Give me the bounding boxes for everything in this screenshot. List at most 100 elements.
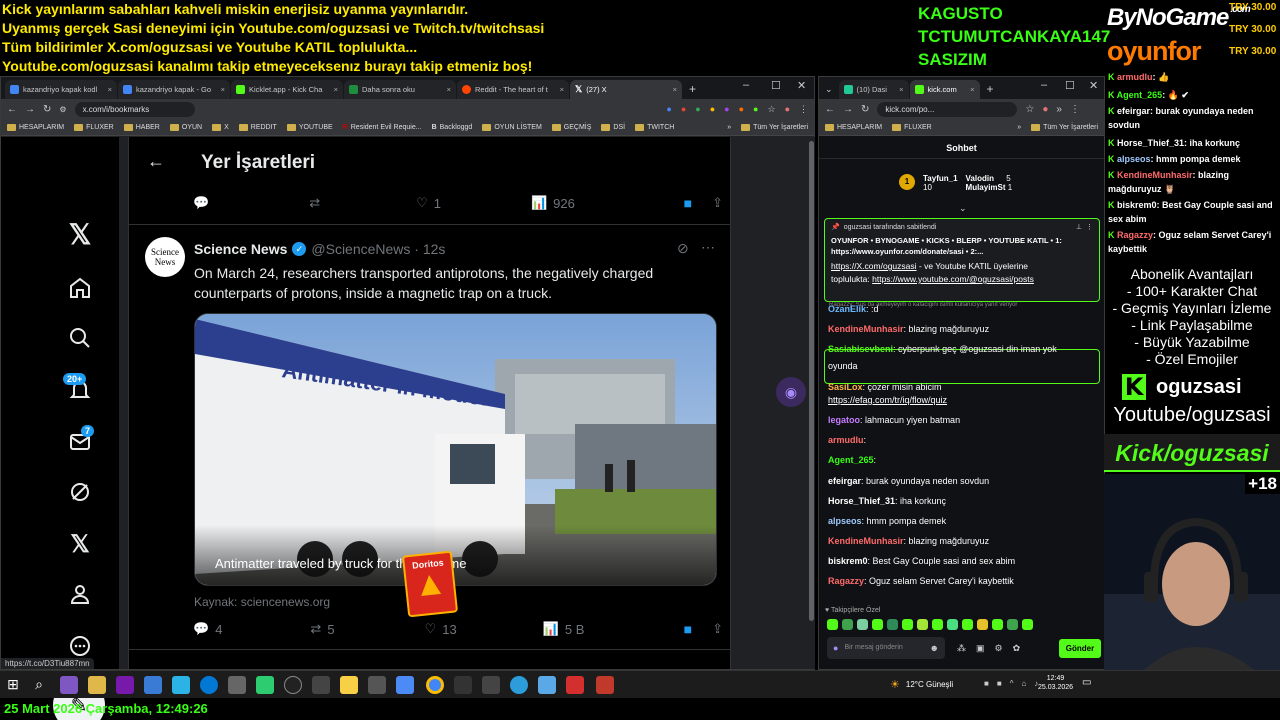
- bookmark-item[interactable]: YOUTUBE: [286, 123, 333, 131]
- kicks-icon[interactable]: ⁂: [957, 643, 966, 654]
- post-more-icon[interactable]: ⋯: [701, 239, 715, 256]
- profile-avatar[interactable]: ●: [785, 104, 790, 115]
- bookmark-item[interactable]: FLUXER: [74, 123, 114, 131]
- browser-tab[interactable]: Reddit - The heart of t ×: [457, 80, 569, 99]
- minimize-icon[interactable]: –: [1041, 79, 1047, 91]
- forward-icon[interactable]: →: [25, 104, 35, 115]
- window-close-icon[interactable]: ✕: [797, 79, 806, 92]
- mic-icon[interactable]: ●: [833, 643, 838, 653]
- chat-username[interactable]: SasiLox: [828, 382, 863, 392]
- bookmark-item[interactable]: B Backloggd: [432, 124, 473, 131]
- extension-icon[interactable]: ●: [695, 104, 700, 115]
- link-source[interactable]: Kaynak: sciencenews.org: [194, 595, 330, 609]
- grok-explain-icon[interactable]: ⊘: [677, 240, 689, 257]
- onenote-icon[interactable]: [116, 676, 134, 694]
- emote-icon[interactable]: [1007, 619, 1018, 630]
- post-image[interactable]: Antimatter in motion Antimatter traveled…: [194, 313, 717, 586]
- chat-username[interactable]: legatoo: [828, 415, 860, 425]
- premium-x-icon[interactable]: 𝕏: [65, 529, 95, 559]
- send-button[interactable]: Gönder: [1059, 639, 1101, 658]
- file-explorer-icon[interactable]: [88, 676, 106, 694]
- menu-icon[interactable]: ⋮: [799, 104, 808, 115]
- window-close-icon[interactable]: ✕: [1089, 79, 1098, 92]
- author-handle[interactable]: @ScienceNews · 12s: [311, 241, 445, 257]
- notes-icon[interactable]: [340, 676, 358, 694]
- repost-button[interactable]: ⇄ 5: [310, 621, 334, 637]
- browser-tab-active[interactable]: kick.com ×: [909, 80, 980, 99]
- close-icon[interactable]: ×: [108, 85, 112, 94]
- extension-icon[interactable]: ●: [753, 104, 758, 115]
- address-bar[interactable]: kick.com/po...: [877, 101, 1018, 117]
- unpin-icon[interactable]: ⊥: [1076, 223, 1082, 231]
- tab-list-icon[interactable]: ⌄: [825, 84, 833, 95]
- emote-icon[interactable]: [1022, 619, 1033, 630]
- chat-username[interactable]: KendineMunhasir: [828, 536, 904, 546]
- emote-icon[interactable]: [977, 619, 988, 630]
- emote-icon[interactable]: [947, 619, 958, 630]
- chat-username[interactable]: Horse_Thief_31: [828, 496, 895, 506]
- app-icon[interactable]: [172, 676, 190, 694]
- camera-icon[interactable]: [228, 676, 246, 694]
- vivaldi-icon[interactable]: [566, 676, 584, 694]
- views-button[interactable]: 📊 926: [531, 195, 575, 211]
- chat-username[interactable]: OzanElik: [828, 304, 866, 314]
- bookmark-item[interactable]: OYUN: [169, 123, 202, 131]
- more-extensions-icon[interactable]: »: [1056, 104, 1062, 115]
- emote-icon[interactable]: [827, 619, 838, 630]
- scrollbar-thumb[interactable]: [808, 141, 814, 621]
- leader-name[interactable]: Valodin: [966, 174, 994, 183]
- extension-icon[interactable]: ●: [724, 104, 729, 115]
- like-button[interactable]: ♡ 1: [416, 195, 441, 211]
- browser-tab[interactable]: kazandriyo kapak kodl ×: [5, 80, 117, 99]
- maximize-icon[interactable]: ☐: [771, 79, 781, 92]
- site-info-icon[interactable]: ⚙: [59, 105, 66, 114]
- notification-center-icon[interactable]: ▭: [1082, 677, 1091, 688]
- settings-icon[interactable]: ⚙: [995, 643, 1003, 654]
- back-arrow-icon[interactable]: ←: [147, 151, 165, 172]
- bookmark-item[interactable]: Tüm Yer İşaretleri: [1031, 123, 1098, 131]
- bookmark-item[interactable]: HESAPLARIM: [7, 123, 64, 131]
- more-bookmarks-icon[interactable]: »: [1017, 124, 1021, 131]
- search-icon[interactable]: ⌕: [30, 676, 48, 694]
- extension-icon[interactable]: ●: [710, 104, 715, 115]
- emote-icon[interactable]: [932, 619, 943, 630]
- grok-floating-icon[interactable]: ◉: [776, 377, 806, 407]
- app-icon[interactable]: [454, 676, 472, 694]
- more-icon[interactable]: [65, 631, 95, 661]
- maximize-icon[interactable]: ☐: [1065, 79, 1075, 92]
- expand-leaderboard-icon[interactable]: ⌄: [959, 203, 967, 214]
- bookmark-star-icon[interactable]: ☆: [767, 104, 775, 115]
- emoji-icon[interactable]: ☻: [930, 643, 939, 653]
- chat-username[interactable]: Agent_265: [828, 455, 874, 465]
- chat-username[interactable]: KendineMunhasir: [828, 324, 904, 334]
- app-icon[interactable]: [312, 676, 330, 694]
- close-icon[interactable]: ×: [221, 85, 225, 94]
- author-name[interactable]: Science News: [194, 241, 287, 257]
- chat-username[interactable]: armudlu: [828, 435, 864, 445]
- new-tab-icon[interactable]: +: [987, 82, 994, 96]
- bookmark-item[interactable]: GEÇMİŞ: [551, 123, 591, 131]
- store-icon[interactable]: ▣: [976, 643, 985, 654]
- tray-arrow-icon[interactable]: ^: [1010, 679, 1014, 688]
- bookmarked-icon[interactable]: ■: [684, 621, 692, 637]
- chat-username[interactable]: efeirgar: [828, 476, 861, 486]
- bookmark-item[interactable]: FLUXER: [892, 123, 932, 131]
- new-tab-icon[interactable]: +: [689, 82, 696, 96]
- emote-icon[interactable]: [887, 619, 898, 630]
- repost-icon[interactable]: ⇄: [309, 195, 320, 211]
- emote-icon[interactable]: [917, 619, 928, 630]
- x-logo-icon[interactable]: 𝕏: [65, 219, 95, 250]
- chat-input[interactable]: ● Bir mesaj gönderin ☻: [827, 637, 945, 659]
- app-icon[interactable]: [144, 676, 162, 694]
- app-tray-icon[interactable]: ■: [984, 679, 989, 688]
- gift-icon[interactable]: ✿: [1013, 643, 1021, 654]
- chat-username[interactable]: Ragazzy: [828, 576, 864, 586]
- bookmark-item[interactable]: OYUN LİSTEM: [482, 123, 542, 131]
- start-icon[interactable]: ⊞: [4, 676, 22, 694]
- close-icon[interactable]: ×: [970, 85, 974, 94]
- edge-icon[interactable]: [200, 676, 218, 694]
- browser-tab[interactable]: kazandriyo kapak - Go ×: [118, 80, 230, 99]
- back-icon[interactable]: ←: [825, 104, 835, 115]
- close-icon[interactable]: ×: [560, 85, 564, 94]
- chrome-icon[interactable]: [426, 676, 444, 694]
